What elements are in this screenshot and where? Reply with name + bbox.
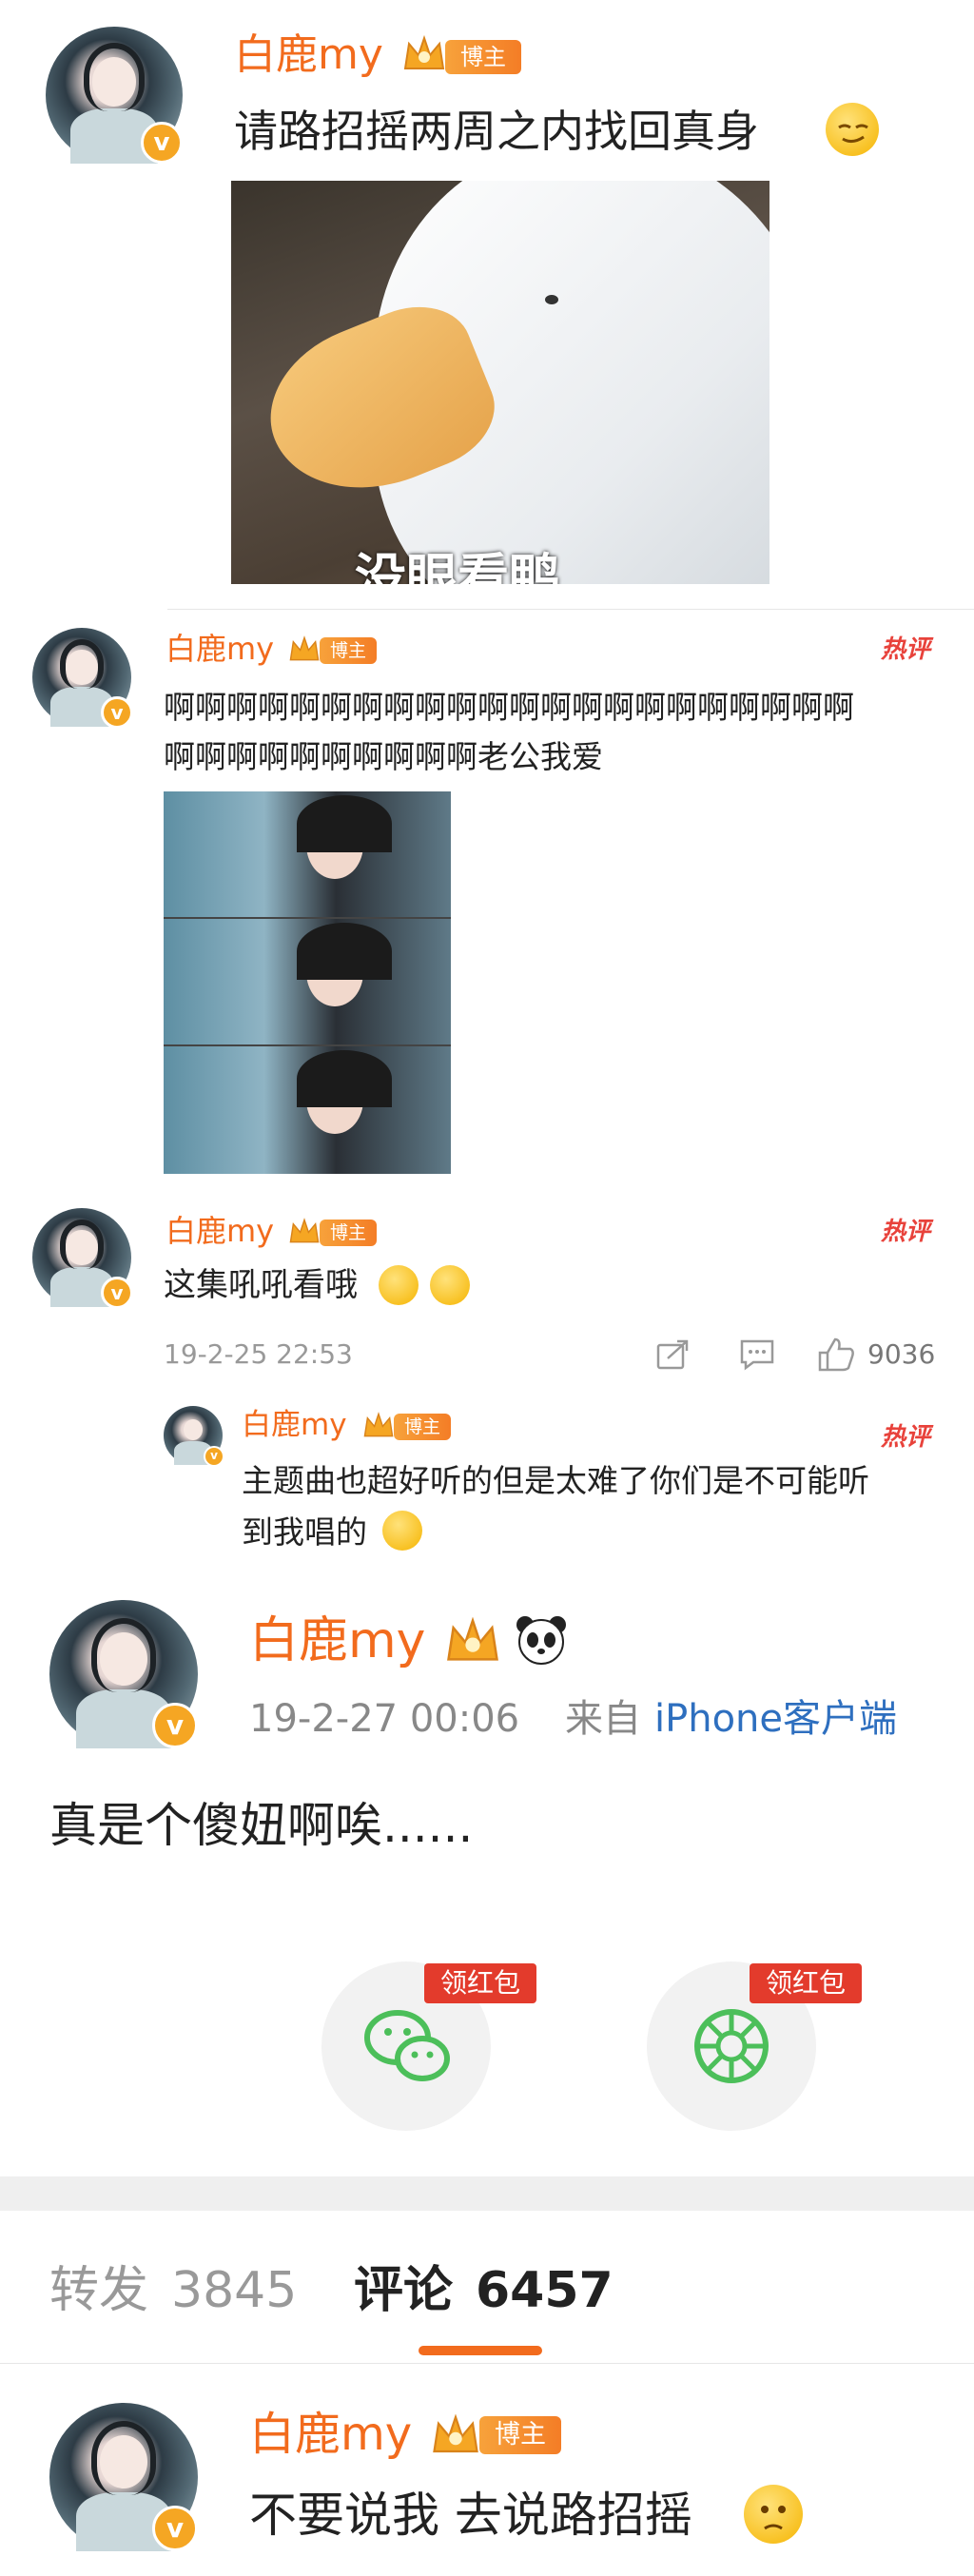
crown-icon [363, 1412, 394, 1437]
crown-icon [289, 1218, 320, 1243]
verified-badge-icon: v [152, 2506, 198, 2551]
worried-emoji-icon [744, 2485, 803, 2544]
verified-badge-icon: v [101, 1277, 133, 1309]
avatar-face-shape [184, 1418, 203, 1440]
post-text: 真是个傻妞啊唉...... [49, 1798, 474, 1853]
image-frame [164, 791, 451, 919]
bozhu-badge: 博主 [320, 637, 377, 664]
tab-repost-label[interactable]: 转发 [49, 2262, 148, 2319]
post-source-prefix: 来自 [565, 1697, 641, 1741]
shocked-emoji-icon [430, 1265, 470, 1305]
post-text: 请路招摇两周之内找回真身 [234, 106, 759, 157]
verified-badge-icon: v [204, 1446, 224, 1467]
post-source-link[interactable]: iPhone客户端 [654, 1695, 897, 1743]
comment-text: 这集吼吼看哦 [164, 1266, 358, 1304]
share-icon[interactable] [654, 1337, 692, 1372]
tab-active-indicator [419, 2346, 542, 2355]
comment-text: 啊啊啊啊啊啊啊啊啊啊啊啊啊啊啊啊啊啊啊啊啊啊 [164, 689, 854, 726]
crown-icon [289, 635, 320, 661]
image-frame [164, 919, 451, 1046]
divider [167, 609, 974, 610]
tab-comments-label[interactable]: 评论 [354, 2262, 453, 2319]
wechat-icon [364, 2010, 450, 2081]
shocked-emoji-icon [379, 1265, 419, 1305]
avatar[interactable]: v [32, 1208, 133, 1309]
panda-icon [516, 1616, 566, 1665]
avatar-face-shape [66, 649, 98, 686]
crown-icon [433, 2413, 478, 2453]
bozhu-badge: 博主 [320, 1220, 377, 1246]
avatar[interactable]: v [49, 1600, 198, 1748]
reply-text: 到我唱的 [242, 1513, 367, 1551]
post-timestamp: 19-2-27 00:06 [249, 1697, 520, 1741]
verified-badge-icon: v [141, 122, 183, 164]
like-count: 9036 [867, 1338, 936, 1370]
username[interactable]: 白鹿my [242, 1406, 347, 1444]
username[interactable]: 白鹿my [249, 1611, 425, 1670]
section-separator [0, 2176, 974, 2211]
avatar-face-shape [91, 56, 137, 107]
comment-text: 啊啊啊啊啊啊啊啊啊啊老公我爱 [164, 738, 603, 775]
avatar[interactable]: v [49, 2403, 198, 2551]
wechat-moments-icon [694, 2009, 769, 2083]
person-hair-shape [297, 923, 392, 980]
hongbao-badge[interactable]: 领红包 [750, 1963, 862, 2003]
comment-timestamp: 19-2-25 22:53 [164, 1338, 353, 1370]
avatar[interactable]: v [32, 628, 133, 729]
username[interactable]: 白鹿my [166, 1212, 274, 1250]
reply-text: 主题曲也超好听的但是太难了你们是不可能听 [242, 1462, 869, 1499]
divider [0, 2363, 974, 2364]
comment-text: 不要说我 去说路招摇 [249, 2488, 692, 2543]
username[interactable]: 白鹿my [166, 630, 274, 668]
verified-badge-icon: v [152, 1703, 198, 1748]
image-frame [164, 1046, 451, 1174]
goose-eye-shape [545, 295, 558, 304]
verified-badge-icon: v [101, 696, 133, 729]
hot-comment-badge: 热评 [881, 635, 931, 664]
bozhu-badge: 博主 [479, 2416, 561, 2454]
tab-repost-count[interactable]: 3845 [171, 2262, 297, 2319]
comment-icon[interactable] [738, 1337, 776, 1372]
hongbao-badge[interactable]: 领红包 [424, 1963, 536, 2003]
bozhu-badge: 博主 [394, 1414, 451, 1440]
hot-comment-badge: 热评 [881, 1218, 931, 1246]
avatar-face-shape [100, 1632, 147, 1687]
avatar[interactable]: v [164, 1406, 224, 1467]
smirk-emoji-icon [826, 103, 879, 156]
avatar-face-shape [66, 1229, 98, 1266]
like-icon[interactable] [816, 1336, 856, 1374]
username[interactable]: 白鹿my [234, 30, 383, 80]
crown-icon [403, 34, 445, 69]
person-hair-shape [297, 1050, 392, 1107]
crown-icon [447, 1616, 498, 1661]
image-caption: 没眼看鸭 [355, 548, 560, 585]
avatar-face-shape [100, 2435, 147, 2489]
username[interactable]: 白鹿my [249, 2407, 412, 2462]
post-image[interactable]: 没眼看鸭 [231, 181, 769, 584]
hot-comment-badge: 热评 [881, 1423, 931, 1452]
comment-image[interactable] [164, 791, 451, 1174]
bozhu-badge: 博主 [445, 40, 521, 74]
person-hair-shape [297, 795, 392, 852]
avatar[interactable]: v [46, 27, 183, 164]
tab-comments-count[interactable]: 6457 [476, 2262, 614, 2319]
tongue-emoji-icon [382, 1511, 422, 1551]
